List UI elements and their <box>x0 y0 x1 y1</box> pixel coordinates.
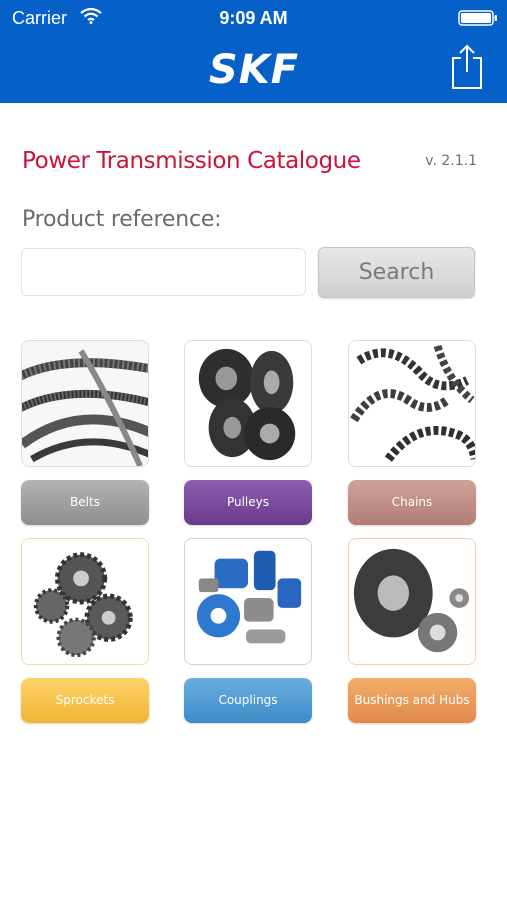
skf-logo: SKF <box>209 50 299 88</box>
couplings-image <box>185 539 311 664</box>
clock: 9:09 AM <box>219 8 288 28</box>
page-title: Power Transmission Catalogue <box>22 148 361 174</box>
bushings-thumbnail[interactable] <box>348 538 476 665</box>
category-button-pulleys[interactable]: Pulleys <box>184 480 312 525</box>
search-button[interactable]: Search <box>318 247 475 298</box>
category-button-chains[interactable]: Chains <box>348 480 476 525</box>
belts-thumbnail[interactable] <box>21 340 149 467</box>
chains-thumbnail[interactable] <box>348 340 476 467</box>
bushings-image <box>349 539 475 664</box>
app-header: Carrier 9:09 AM SKF <box>0 0 507 103</box>
category-button-sprockets[interactable]: Sprockets <box>21 678 149 723</box>
pulleys-thumbnail[interactable] <box>184 340 312 467</box>
sprockets-thumbnail[interactable] <box>21 538 149 665</box>
belts-image <box>22 341 148 466</box>
category-button-bushings-and-hubs[interactable]: Bushings and Hubs <box>348 678 476 723</box>
product-reference-input[interactable] <box>21 248 306 296</box>
chains-image <box>349 341 475 466</box>
share-icon <box>452 44 482 89</box>
couplings-thumbnail[interactable] <box>184 538 312 665</box>
version-label: v. 2.1.1 <box>425 153 477 169</box>
pulleys-image <box>185 341 311 466</box>
share-button[interactable] <box>449 42 485 90</box>
sprockets-image <box>22 539 148 664</box>
status-bar: Carrier 9:09 AM <box>0 0 507 36</box>
battery-icon <box>458 10 497 26</box>
product-reference-label: Product reference: <box>22 207 222 232</box>
svg-text:SKF: SKF <box>209 50 299 88</box>
category-button-couplings[interactable]: Couplings <box>184 678 312 723</box>
category-button-belts[interactable]: Belts <box>21 480 149 525</box>
